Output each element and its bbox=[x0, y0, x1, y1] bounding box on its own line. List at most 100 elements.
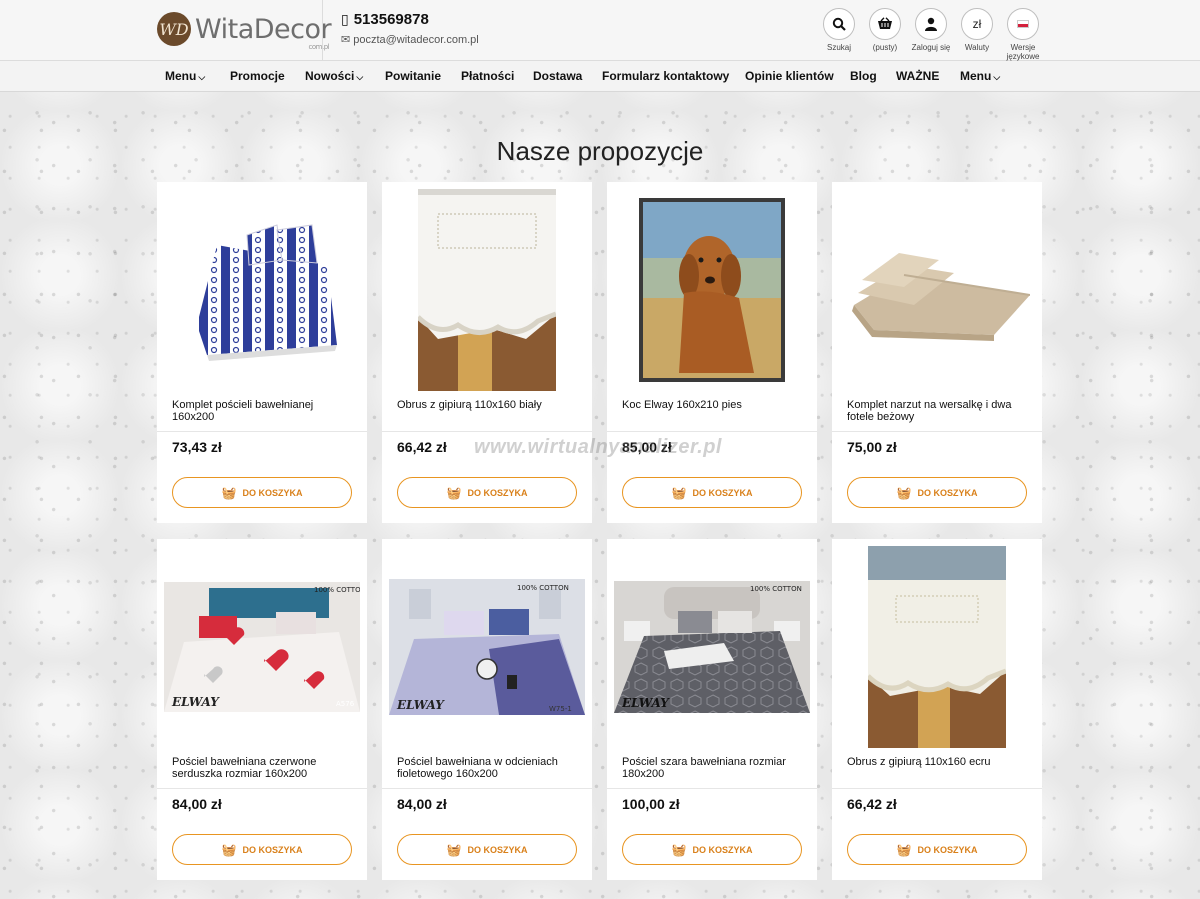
basket-icon bbox=[869, 8, 901, 40]
phone-number[interactable]: ▯ 513569878 bbox=[341, 11, 429, 28]
product-card[interactable]: Komplet narzut na wersalkę i dwa fotele … bbox=[832, 182, 1042, 523]
cotton-label: 100% COTTON bbox=[517, 584, 569, 592]
nav-item-formularz[interactable]: Formularz kontaktowy bbox=[602, 69, 729, 83]
add-to-cart-button[interactable]: 🧺 DO KOSZYKA bbox=[172, 477, 352, 508]
nav-item-menu-2[interactable]: Menu ⌵ bbox=[960, 69, 1000, 83]
add-to-cart-button[interactable]: 🧺 DO KOSZYKA bbox=[172, 834, 352, 865]
product-card[interactable]: Komplet pościeli bawełnianej 160x200 73,… bbox=[157, 182, 367, 523]
basket-icon: 🧺 bbox=[221, 842, 237, 857]
header-divider bbox=[322, 0, 323, 61]
product-name[interactable]: Obrus z gipiurą 110x160 biały bbox=[397, 399, 579, 411]
watermark: www.wirtualnyanalizer.pl bbox=[474, 436, 722, 458]
product-name[interactable]: Komplet narzut na wersalkę i dwa fotele … bbox=[847, 399, 1029, 423]
nav-item-nowosci[interactable]: Nowości ⌵ bbox=[305, 69, 363, 83]
product-name[interactable]: Obrus z gipiurą 110x160 ecru bbox=[847, 756, 1029, 768]
chevron-down-icon: ⌵ bbox=[356, 72, 364, 82]
card-divider bbox=[157, 431, 367, 432]
add-to-cart-button[interactable]: 🧺 DO KOSZYKA bbox=[622, 834, 802, 865]
product-price: 73,43 zł bbox=[172, 439, 222, 455]
add-to-cart-button[interactable]: 🧺 DO KOSZYKA bbox=[397, 477, 577, 508]
nav-item-promocje[interactable]: Promocje bbox=[230, 69, 285, 83]
basket-icon: 🧺 bbox=[896, 485, 912, 500]
product-card[interactable]: 100% COTTON ELWAY W75-1 Pościel bawełnia… bbox=[382, 539, 592, 880]
site-logo[interactable]: WD WitaDecor com.pl bbox=[157, 11, 332, 51]
nav-item-blog[interactable]: Blog bbox=[850, 69, 877, 83]
top-header: WD WitaDecor com.pl ▯ 513569878 ✉ poczta… bbox=[0, 0, 1200, 61]
product-image[interactable] bbox=[164, 189, 360, 391]
product-image[interactable] bbox=[389, 189, 585, 391]
nav-item-menu[interactable]: Menu ⌵ bbox=[165, 69, 205, 83]
product-image[interactable] bbox=[614, 189, 810, 391]
cart-button[interactable]: (pusty) bbox=[862, 8, 908, 61]
card-divider bbox=[832, 431, 1042, 432]
product-code-label: A576 bbox=[336, 700, 355, 708]
currency-icon: zł bbox=[961, 8, 993, 40]
product-card[interactable]: Obrus z gipiurą 110x160 biały 66,42 zł 🧺… bbox=[382, 182, 592, 523]
card-divider bbox=[382, 788, 592, 789]
basket-icon: 🧺 bbox=[446, 842, 462, 857]
basket-icon: 🧺 bbox=[221, 485, 237, 500]
product-code-label: W75-1 bbox=[549, 705, 572, 713]
main-navigation: Menu ⌵ Promocje Nowości ⌵ Powitanie Płatno… bbox=[0, 61, 1200, 92]
add-to-cart-button[interactable]: 🧺 DO KOSZYKA bbox=[847, 477, 1027, 508]
cotton-label: 100% COTTON bbox=[314, 586, 360, 594]
card-divider bbox=[382, 431, 592, 432]
product-card[interactable]: Koc Elway 160x210 pies 85,00 zł 🧺 DO KOSZ… bbox=[607, 182, 817, 523]
product-price: 84,00 zł bbox=[172, 796, 222, 812]
basket-icon: 🧺 bbox=[671, 485, 687, 500]
product-name[interactable]: Komplet pościeli bawełnianej 160x200 bbox=[172, 399, 354, 423]
product-image[interactable]: 100% COTTON ELWAY bbox=[614, 546, 810, 748]
product-price: 75,00 zł bbox=[847, 439, 897, 455]
email-link[interactable]: ✉ poczta@witadecor.com.pl bbox=[341, 33, 479, 47]
user-icon bbox=[915, 8, 947, 40]
envelope-icon: ✉ bbox=[341, 34, 351, 46]
basket-icon: 🧺 bbox=[671, 842, 687, 857]
header-icons: Szukaj (pusty) Zaloguj się zł Waluty Wer… bbox=[816, 8, 1046, 61]
product-price: 66,42 zł bbox=[847, 796, 897, 812]
product-price: 84,00 zł bbox=[397, 796, 447, 812]
currency-button[interactable]: zł Waluty bbox=[954, 8, 1000, 61]
nav-item-opinie[interactable]: Opinie klientów bbox=[745, 69, 834, 83]
logo-subtext: com.pl bbox=[308, 42, 330, 51]
login-button[interactable]: Zaloguj się bbox=[908, 8, 954, 61]
card-divider bbox=[607, 788, 817, 789]
basket-icon: 🧺 bbox=[446, 485, 462, 500]
product-card[interactable]: Obrus z gipiurą 110x160 ecru 66,42 zł 🧺 D… bbox=[832, 539, 1042, 880]
search-button[interactable]: Szukaj bbox=[816, 8, 862, 61]
product-price: 66,42 zł bbox=[397, 439, 447, 455]
product-name[interactable]: Koc Elway 160x210 pies bbox=[622, 399, 804, 411]
brand-label: ELWAY bbox=[171, 695, 220, 709]
product-name[interactable]: Pościel bawełniana w odcieniach fioletow… bbox=[397, 756, 579, 780]
nav-item-platnosci[interactable]: Płatności bbox=[461, 69, 514, 83]
add-to-cart-button[interactable]: 🧺 DO KOSZYKA bbox=[847, 834, 1027, 865]
flag-icon bbox=[1007, 8, 1039, 40]
phone-icon: ▯ bbox=[341, 11, 349, 27]
product-card[interactable]: 100% COTTON ELWAY A576 Pościel bawełnian… bbox=[157, 539, 367, 880]
card-divider bbox=[607, 431, 817, 432]
nav-item-powitanie[interactable]: Powitanie bbox=[385, 69, 441, 83]
add-to-cart-button[interactable]: 🧺 DO KOSZYKA bbox=[622, 477, 802, 508]
product-card[interactable]: 100% COTTON ELWAY Pościel szara bawełnia… bbox=[607, 539, 817, 880]
section-title: Nasze propozycje bbox=[496, 136, 704, 166]
brand-label: ELWAY bbox=[621, 696, 670, 710]
cotton-label: 100% COTTON bbox=[750, 585, 802, 593]
nav-item-dostawa[interactable]: Dostawa bbox=[533, 69, 582, 83]
product-price: 100,00 zł bbox=[622, 796, 680, 812]
product-name[interactable]: Pościel bawełniana czerwone serduszka ro… bbox=[172, 756, 354, 780]
chevron-down-icon: ⌵ bbox=[993, 72, 1001, 82]
product-image[interactable] bbox=[839, 189, 1035, 391]
product-name[interactable]: Pościel szara bawełniana rozmiar 180x200 bbox=[622, 756, 804, 780]
logo-text: WitaDecor com.pl bbox=[195, 13, 332, 51]
search-icon bbox=[823, 8, 855, 40]
add-to-cart-button[interactable]: 🧺 DO KOSZYKA bbox=[397, 834, 577, 865]
nav-item-wazne[interactable]: WAŻNE bbox=[896, 69, 939, 83]
card-divider bbox=[832, 788, 1042, 789]
product-image[interactable]: 100% COTTON ELWAY A576 bbox=[164, 546, 360, 748]
card-divider bbox=[157, 788, 367, 789]
logo-mark-icon: WD bbox=[157, 12, 191, 46]
product-image[interactable]: 100% COTTON ELWAY W75-1 bbox=[389, 546, 585, 748]
language-button[interactable]: Wersje językowe bbox=[1000, 8, 1046, 61]
product-image[interactable] bbox=[839, 546, 1035, 748]
chevron-down-icon: ⌵ bbox=[198, 72, 206, 82]
brand-label: ELWAY bbox=[396, 698, 445, 712]
